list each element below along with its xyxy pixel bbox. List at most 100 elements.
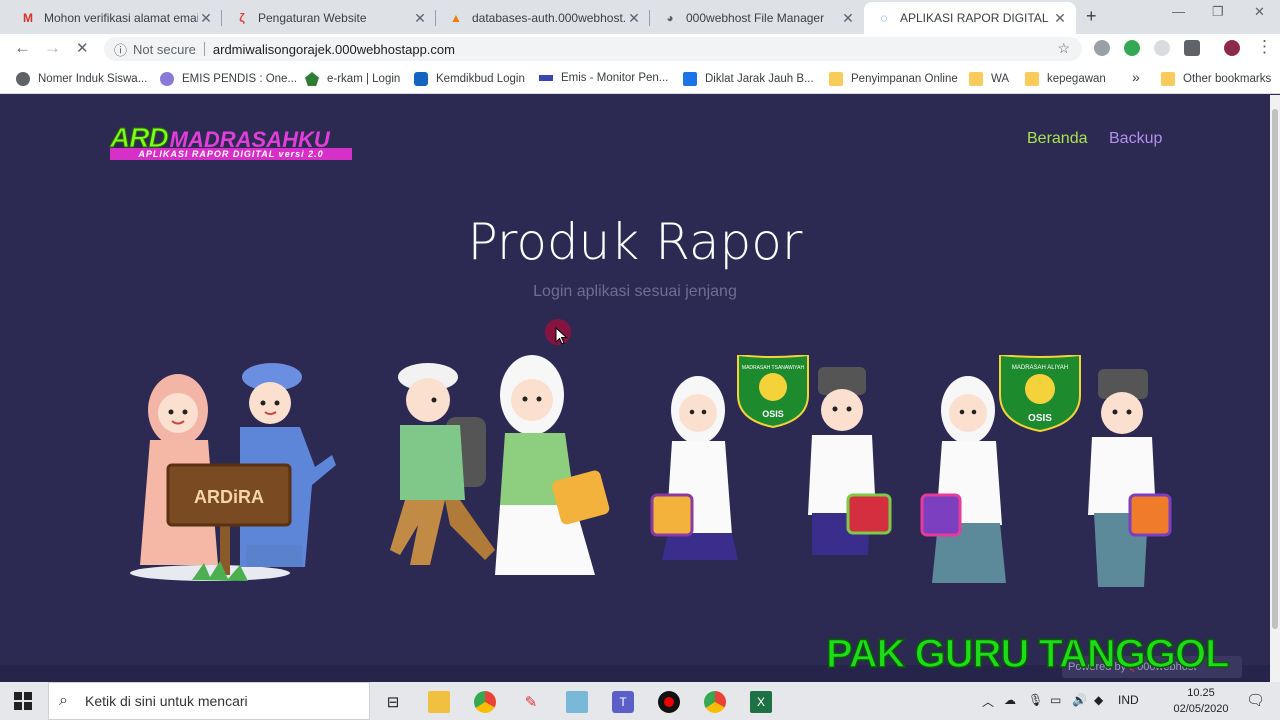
notifications-icon[interactable]: 🗨 bbox=[1246, 691, 1265, 709]
paint-icon[interactable]: ✎ bbox=[520, 691, 542, 713]
bookmark-label: Diklat Jarak Jauh B... bbox=[705, 73, 814, 85]
taskbar-clock[interactable]: 10.25 02/05/2020 bbox=[1166, 685, 1236, 717]
gmail-icon: M bbox=[23, 11, 33, 25]
divider bbox=[203, 42, 205, 56]
search-placeholder: Ketik di sini untuk mencari bbox=[85, 693, 248, 709]
bookmark-star-icon[interactable]: ☆ bbox=[1057, 40, 1070, 57]
tab-pengaturan[interactable]: ζ Pengaturan Website ✕ bbox=[222, 2, 436, 34]
window-close-icon[interactable]: ✕ bbox=[1254, 4, 1265, 20]
dropbox-icon[interactable]: ◆ bbox=[1094, 693, 1103, 707]
chrome-icon-2[interactable] bbox=[704, 691, 726, 713]
windows-taskbar: ⌕ Ketik di sini untuk mencari ⊟ ✎ T X ︿ … bbox=[0, 682, 1280, 720]
stop-loading-icon[interactable]: ✕ bbox=[76, 39, 89, 57]
badge-ma-top: MADRASAH ALIYAH bbox=[1012, 365, 1068, 371]
logo-version: APLIKASI RAPOR DIGITAL versi 2.0 bbox=[110, 148, 352, 160]
globe-icon: ◕ bbox=[666, 11, 674, 25]
bookmark-item[interactable]: Diklat Jarak Jauh B... bbox=[683, 72, 814, 86]
badge-ma-bottom: OSIS bbox=[1028, 413, 1052, 424]
minimize-icon[interactable]: — bbox=[1172, 4, 1185, 19]
network-icon[interactable]: ▭ bbox=[1050, 693, 1061, 707]
url-text[interactable]: ardmiwalisongorajek.000webhostapp.com bbox=[213, 42, 455, 57]
app-icon[interactable] bbox=[566, 691, 588, 713]
bookmark-item[interactable]: EMIS PENDIS : One... bbox=[160, 72, 297, 86]
bookmark-label: Nomer Induk Siswa... bbox=[38, 73, 148, 85]
group-madrasah-tsanawiyah-link[interactable]: MADRASAH TSANAWIYAH OSIS bbox=[650, 355, 892, 560]
folder-icon bbox=[1161, 72, 1175, 86]
scrollbar-thumb[interactable] bbox=[1272, 109, 1278, 629]
bookmark-folder[interactable]: kepegawan bbox=[1025, 72, 1106, 86]
chrome-icon[interactable] bbox=[474, 691, 496, 713]
group-madrasah-ibtidaiyah-link[interactable] bbox=[390, 355, 611, 575]
badge-mts-top: MADRASAH TSANAWIYAH bbox=[742, 365, 805, 371]
bookmark-label: Kemdikbud Login bbox=[436, 73, 525, 85]
bookmark-label: Other bookmarks bbox=[1183, 73, 1272, 85]
info-icon[interactable]: ⓘ bbox=[114, 40, 127, 59]
back-icon[interactable]: ← bbox=[14, 38, 31, 58]
close-icon[interactable]: ✕ bbox=[840, 10, 856, 27]
page-scrollbar[interactable] bbox=[1270, 95, 1280, 682]
excel-icon[interactable]: X bbox=[750, 691, 772, 713]
extension-icon-2[interactable] bbox=[1154, 40, 1170, 56]
tab-gmail[interactable]: M Mohon verifikasi alamat email ✕ bbox=[8, 2, 222, 34]
sign-text: ARDiRA bbox=[194, 487, 264, 507]
onedrive-icon[interactable]: ☁ bbox=[1004, 693, 1016, 707]
close-icon[interactable]: ✕ bbox=[198, 10, 214, 27]
nav-home-link[interactable]: Beranda bbox=[1027, 130, 1088, 148]
tab-aplikasi-rapor[interactable]: ◌ APLIKASI RAPOR DIGITAL ✕ bbox=[864, 2, 1076, 34]
close-icon[interactable]: ✕ bbox=[1052, 10, 1068, 27]
bookmark-folder[interactable]: Penyimpanan Online bbox=[829, 72, 958, 86]
new-tab-button[interactable]: + bbox=[1086, 6, 1097, 27]
forward-icon[interactable]: → bbox=[44, 38, 61, 58]
bookmark-label: EMIS PENDIS : One... bbox=[182, 73, 298, 85]
diklat-icon bbox=[683, 72, 697, 86]
bookmark-folder[interactable]: WA bbox=[969, 72, 1009, 86]
volume-icon[interactable]: 🔊 bbox=[1072, 693, 1087, 707]
microphone-icon[interactable]: 🎙 bbox=[1028, 693, 1043, 707]
address-bar[interactable]: ⓘ Not secure ardmiwalisongorajek.000webh… bbox=[104, 37, 1082, 61]
bookmark-item[interactable]: e-rkam | Login bbox=[305, 72, 400, 86]
bookmark-label: kepegawan bbox=[1047, 73, 1106, 85]
site-logo[interactable]: ARDMADRASAHKU APLIKASI RAPOR DIGITAL ver… bbox=[110, 122, 352, 160]
print-icon[interactable] bbox=[1184, 40, 1200, 56]
restore-icon[interactable]: ❐ bbox=[1212, 4, 1224, 20]
file-explorer-icon[interactable] bbox=[428, 691, 450, 713]
badge-mts-bottom: OSIS bbox=[762, 409, 784, 419]
bookmarks-overflow-button[interactable]: » bbox=[1132, 69, 1140, 85]
folder-icon bbox=[1025, 72, 1039, 86]
folder-icon bbox=[969, 72, 983, 86]
close-icon[interactable]: ✕ bbox=[412, 10, 428, 27]
language-indicator[interactable]: IND bbox=[1118, 693, 1139, 707]
mouse-cursor bbox=[545, 319, 571, 345]
other-bookmarks[interactable]: Other bookmarks bbox=[1161, 72, 1271, 86]
bookmark-label: WA bbox=[991, 73, 1010, 85]
bookmark-item[interactable]: Emis - Monitor Pen... bbox=[539, 72, 668, 84]
tab-title: 000webhost File Manager bbox=[686, 11, 825, 25]
record-icon[interactable] bbox=[658, 691, 680, 713]
boy-mts-figure bbox=[808, 367, 892, 555]
loading-spinner-icon: ◌ bbox=[880, 11, 888, 25]
windows-start-icon[interactable] bbox=[14, 692, 32, 710]
group-madrasah-aliyah-link[interactable]: MADRASAH ALIYAH OSIS bbox=[920, 355, 1172, 587]
task-view-icon[interactable]: ⊟ bbox=[382, 691, 404, 713]
emis-icon bbox=[160, 72, 174, 86]
extension-icon[interactable] bbox=[1124, 40, 1140, 56]
emis-monitor-icon bbox=[539, 75, 553, 81]
hero-subtitle: Login aplikasi sesuai jenjang bbox=[533, 283, 737, 300]
nav-backup-link[interactable]: Backup bbox=[1109, 130, 1162, 148]
bookmark-item[interactable]: Nomer Induk Siswa... bbox=[16, 72, 147, 86]
close-icon[interactable]: ✕ bbox=[626, 10, 642, 27]
000webhost-icon: ζ bbox=[239, 11, 245, 25]
girl-white-hijab-figure bbox=[495, 355, 610, 575]
tray-chevron-icon[interactable]: ︿ bbox=[982, 693, 994, 710]
bookmark-item[interactable]: Kemdikbud Login bbox=[414, 72, 525, 86]
avatar[interactable] bbox=[1224, 40, 1240, 56]
menu-dots-icon[interactable]: ⋮ bbox=[1256, 37, 1273, 57]
taskbar-search-input[interactable]: ⌕ Ketik di sini untuk mencari bbox=[48, 682, 370, 720]
tab-title: databases-auth.000webhost.co bbox=[472, 11, 626, 25]
teams-icon[interactable]: T bbox=[612, 691, 634, 713]
hero-title: Produk Rapor bbox=[467, 213, 803, 271]
tab-file-manager[interactable]: ◕ 000webhost File Manager ✕ bbox=[650, 2, 864, 34]
group-ardira-link[interactable]: ARDiRA bbox=[130, 363, 336, 581]
cloud-extension-icon[interactable] bbox=[1094, 40, 1110, 56]
tab-databases[interactable]: ▲ databases-auth.000webhost.co ✕ bbox=[436, 2, 650, 34]
